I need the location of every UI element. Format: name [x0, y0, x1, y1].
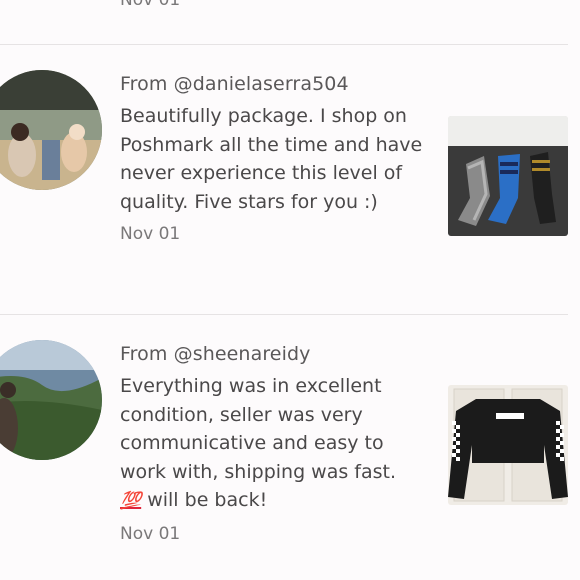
review-content: From @danielaserra504 Beautifully packag… [120, 70, 425, 244]
review-content: From @sheenareidy Everything was in exce… [120, 340, 425, 544]
review-date: Nov 01 [120, 523, 181, 544]
review-author[interactable]: From @sheenareidy [120, 340, 425, 368]
divider [0, 44, 568, 45]
review-text-main: Everything was in excellent condition, s… [120, 375, 397, 483]
reviews-page: Nov 01 From @danielaserra504 Beautifully… [0, 0, 580, 580]
review-text: Everything was in excellent condition, s… [120, 372, 425, 516]
hundred-points-icon: 💯 [120, 491, 142, 511]
item-photo-top[interactable] [448, 385, 568, 505]
divider [0, 314, 568, 315]
review-text: Beautifully package. I shop on Poshmark … [120, 105, 423, 213]
review-date: Nov 01 [120, 224, 181, 244]
reviewer-avatar[interactable] [0, 340, 102, 460]
reviewer-avatar[interactable] [0, 70, 102, 190]
review-text-end: will be back! [141, 489, 268, 511]
review-author[interactable]: From @danielaserra504 [120, 70, 425, 98]
previous-review-date: Nov 01 [120, 0, 181, 10]
item-photo-socks[interactable] [448, 116, 568, 236]
